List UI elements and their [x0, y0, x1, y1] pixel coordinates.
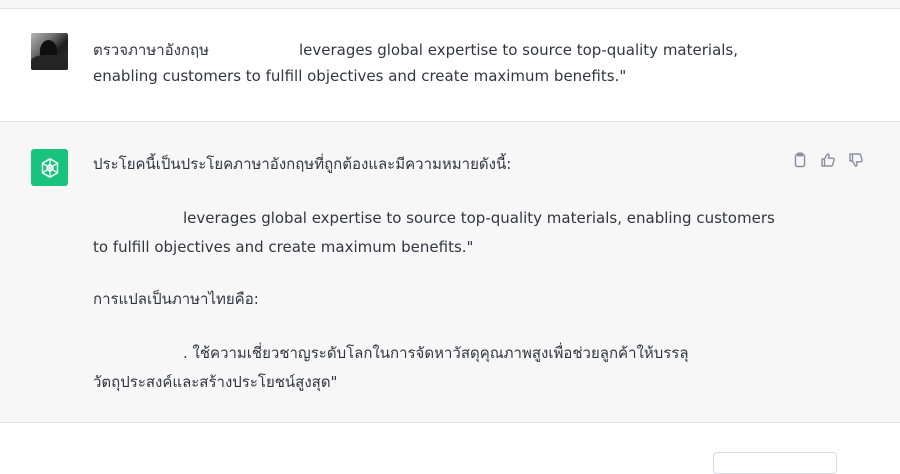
assistant-message-row: ประโยคนี้เป็นประโยคภาษาอังกฤษที่ถูกต้องแ…: [0, 122, 900, 423]
assistant-intro: ประโยคนี้เป็นประโยคภาษาอังกฤษที่ถูกต้องแ…: [93, 155, 512, 173]
assistant-message-content: ประโยคนี้เป็นประโยคภาษาอังกฤษที่ถูกต้องแ…: [93, 150, 783, 397]
user-avatar: [31, 33, 68, 70]
thumbs-up-icon[interactable]: [820, 152, 836, 168]
thumbs-down-icon[interactable]: [848, 152, 864, 168]
top-divider: [0, 0, 900, 9]
english-line-1: leverages global expertise to source top…: [183, 209, 775, 227]
assistant-english-sentence: leverages global expertise to source top…: [93, 204, 783, 262]
regenerate-button[interactable]: [713, 452, 837, 474]
assistant-thai-translation: . ใช้ความเชี่ยวชาญระดับโลกในการจัดหาวัสด…: [93, 339, 783, 397]
user-message-text: ตรวจภาษาอังกฤษ leverages global expertise…: [93, 37, 793, 89]
translation-label: การแปลเป็นภาษาไทยคือ:: [93, 290, 259, 308]
user-message-prefix: ตรวจภาษาอังกฤษ: [93, 41, 210, 59]
openai-logo-icon: [31, 149, 68, 186]
thai-line-2: วัตถุประสงค์และสร้างประโยชน์สูงสุด": [93, 373, 338, 391]
clipboard-icon[interactable]: [792, 152, 808, 168]
english-line-2: to fulfill objectives and create maximum…: [93, 238, 474, 256]
user-message-row: ตรวจภาษาอังกฤษ leverages global expertise…: [0, 9, 900, 122]
thai-line-1: . ใช้ความเชี่ยวชาญระดับโลกในการจัดหาวัสด…: [183, 344, 689, 362]
message-actions: [792, 152, 864, 168]
